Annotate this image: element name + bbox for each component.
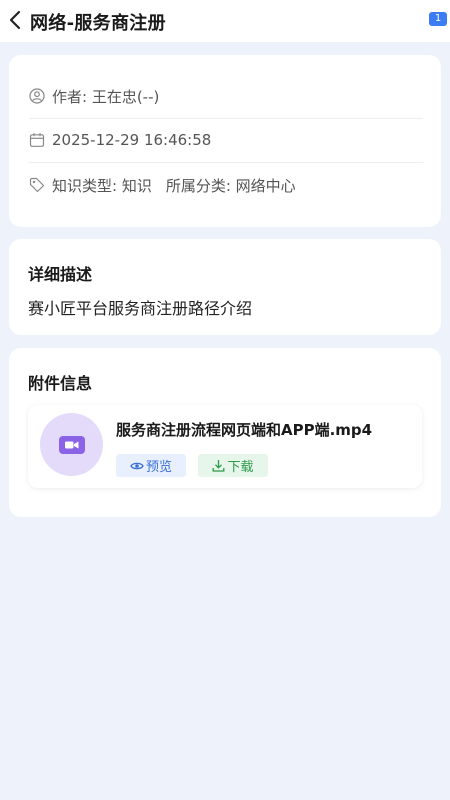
attachment-filename: 服务商注册流程网页端和APP端.mp4: [116, 421, 373, 439]
download-icon: [213, 460, 225, 472]
tag-icon: [29, 177, 45, 193]
calendar-icon: [29, 132, 45, 148]
user-icon: [29, 88, 45, 104]
preview-button[interactable]: 预览: [116, 454, 186, 477]
description-title: 详细描述: [28, 265, 93, 284]
author-row: 作者: 王在忠(--): [29, 74, 423, 118]
author-text: 作者: 王在忠(--): [52, 87, 160, 106]
category-row: 知识类型: 知识 所属分类: 网络中心: [29, 163, 423, 207]
attachments-card: 附件信息 服务商注册流程网页端和APP端.mp4 预览 下载: [9, 348, 441, 517]
knowledge-type-text: 知识类型: 知识: [52, 176, 152, 195]
category-group-text: 所属分类: 网络中心: [165, 176, 296, 195]
eye-icon: [130, 462, 144, 469]
download-label: 下载: [227, 460, 254, 475]
datetime-row: 2025-12-29 16:46:58: [29, 118, 423, 162]
info-card: 作者: 王在忠(--) 2025-12-29 16:46:58 知识类型: 知识…: [9, 55, 441, 227]
description-card: 详细描述 赛小匠平台服务商注册路径介绍: [9, 239, 441, 335]
attachments-title: 附件信息: [28, 374, 93, 393]
video-file-icon-container: [40, 413, 103, 476]
back-button[interactable]: [4, 6, 26, 34]
datetime-text: 2025-12-29 16:46:58: [52, 131, 212, 149]
app-header: 网络-服务商注册 1: [0, 0, 450, 42]
page-title: 网络-服务商注册: [30, 13, 166, 34]
attachment-item[interactable]: 服务商注册流程网页端和APP端.mp4 预览 下载: [28, 405, 422, 488]
video-icon: [58, 435, 85, 454]
preview-label: 预览: [145, 460, 172, 475]
description-text: 赛小匠平台服务商注册路径介绍: [28, 299, 253, 318]
notification-badge[interactable]: 1: [429, 12, 447, 26]
chevron-left-icon: [9, 10, 21, 30]
download-button[interactable]: 下载: [198, 454, 268, 477]
